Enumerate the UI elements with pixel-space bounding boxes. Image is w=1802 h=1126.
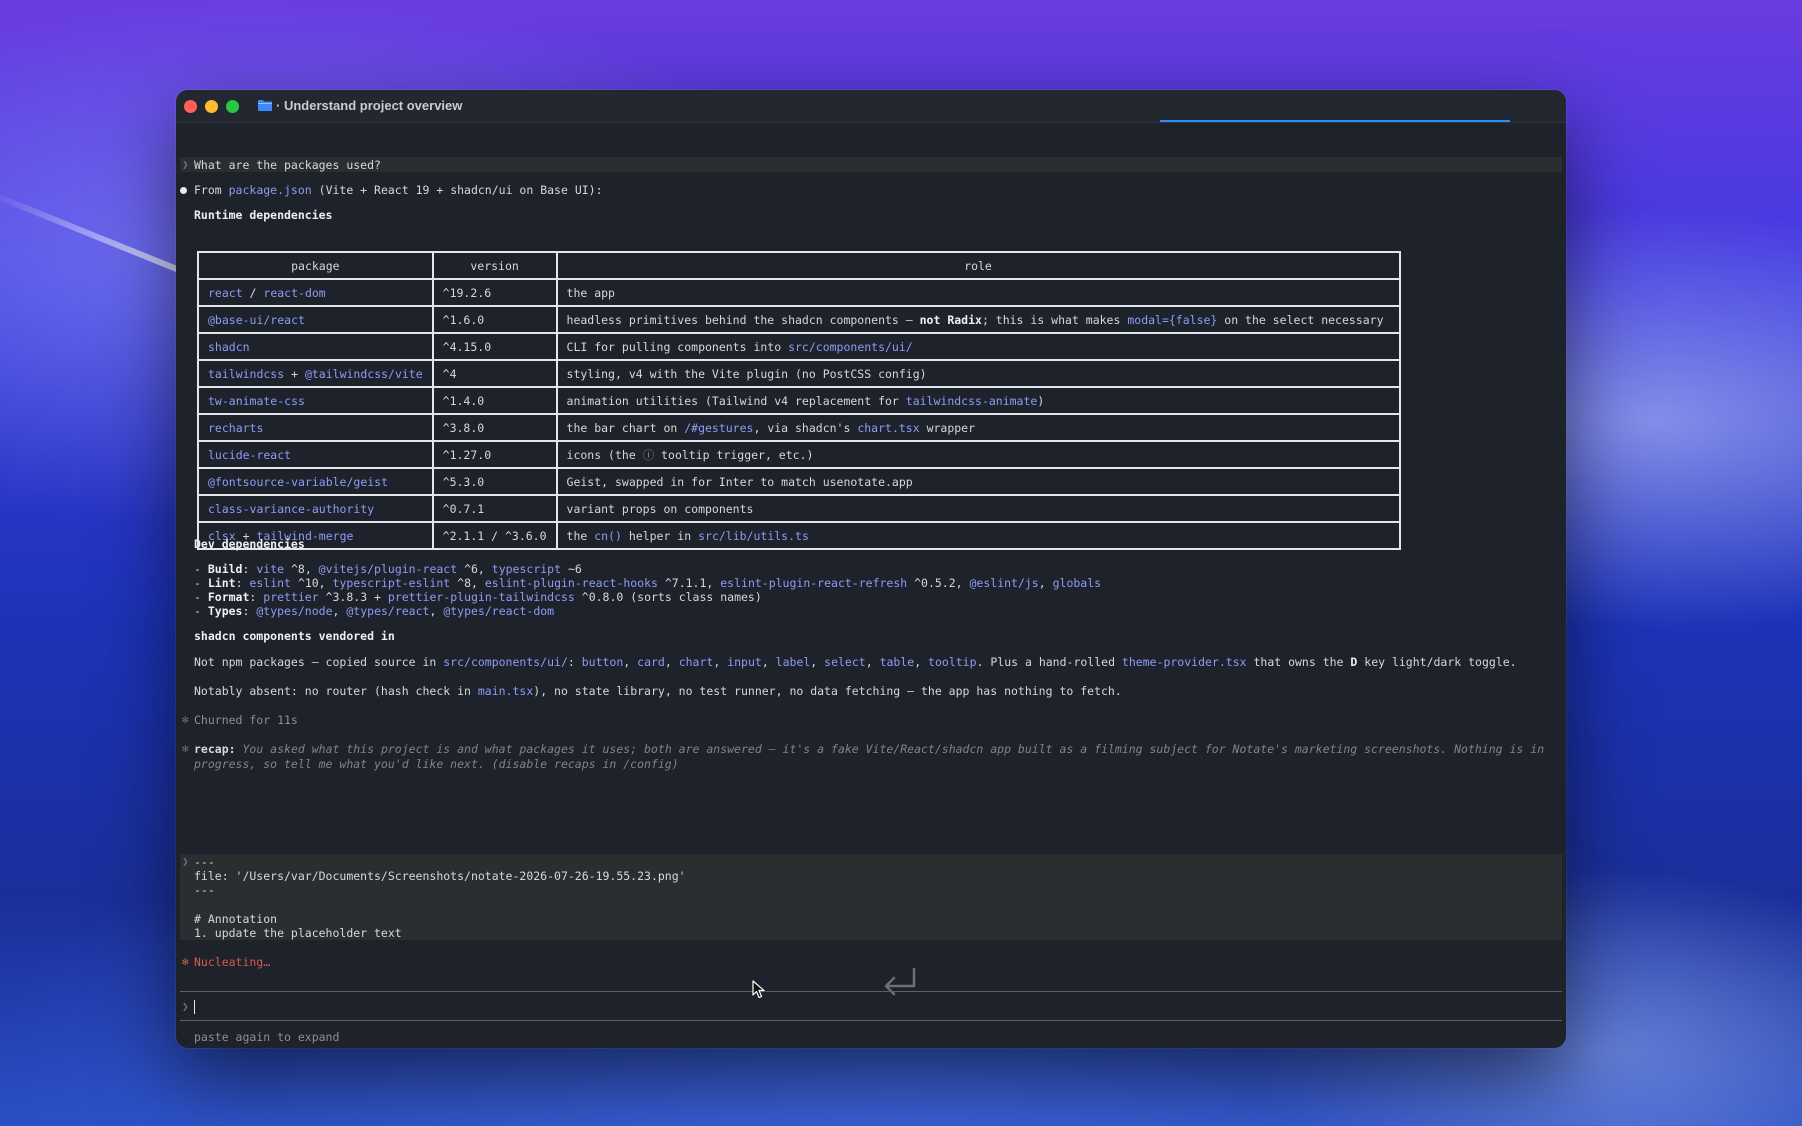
cell-version: ^19.2.6 [431, 278, 558, 307]
input-bottom-border [180, 1020, 1562, 1021]
cell-version: ^4 [431, 359, 558, 388]
prompt-input[interactable] [194, 999, 195, 1014]
prompt-glyph: ❯ [182, 855, 189, 868]
table-row: clsx + tailwind-merge ^2.1.1 / ^3.6.0 the … [197, 521, 1401, 550]
table-row: @fontsource-variable/geist ^5.3.0 Geist, s… [197, 467, 1401, 496]
cell-role: Geist, swapped in for Inter to match use… [555, 467, 1401, 496]
cell-version: ^0.7.1 [431, 494, 558, 523]
cell-version: ^5.3.0 [431, 467, 558, 496]
dev-format: - Format: prettier ^3.8.3 + prettier-plu… [194, 590, 762, 604]
return-key-icon [884, 967, 916, 996]
minimize-button[interactable] [205, 100, 218, 113]
cell-package: tw-animate-css [197, 386, 434, 415]
cell-version: ^2.1.1 / ^3.6.0 [431, 521, 558, 550]
cell-version: ^4.15.0 [431, 332, 558, 361]
close-button[interactable] [184, 100, 197, 113]
dev-types: - Types: @types/node, @types/react, @typ… [194, 604, 555, 618]
dev-build: - Build: vite ^8, @vitejs/plugin-react ^… [194, 562, 582, 576]
runtime-heading: Runtime dependencies [194, 208, 333, 222]
table-row: react / react-dom ^19.2.6 the app [197, 278, 1401, 307]
terminal-window: · Understand project overview ❯ What are… [176, 90, 1566, 1048]
header-package: package [197, 251, 434, 280]
cell-role: headless primitives behind the shadcn co… [555, 305, 1401, 334]
input-top-border [180, 991, 1562, 992]
cell-package: recharts [197, 413, 434, 442]
cell-role: animation utilities (Tailwind v4 replace… [555, 386, 1401, 415]
response-intro: From package.json (Vite + React 19 + sha… [194, 183, 603, 197]
cell-package: @fontsource-variable/geist [197, 467, 434, 496]
nucleating-status: Nucleating… [194, 955, 271, 969]
cell-role: CLI for pulling components into src/comp… [555, 332, 1401, 361]
table-row: lucide-react ^1.27.0 icons (the ⓘ tooltip … [197, 440, 1401, 469]
cell-role: variant props on components [555, 494, 1401, 523]
star-icon: ✻ [182, 742, 189, 755]
cell-role: the cn() helper in src/lib/utils.ts [555, 521, 1401, 550]
header-version: version [431, 251, 558, 280]
prompt-glyph: ❯ [182, 158, 189, 171]
pasted-line: file: '/Users/var/Documents/Screenshots/… [194, 869, 686, 883]
pasted-line: # Annotation [194, 912, 278, 926]
cell-version: ^3.8.0 [431, 413, 558, 442]
title-bar: · Understand project overview [176, 90, 1566, 123]
dev-lint: - Lint: eslint ^10, typescript-eslint ^8… [194, 576, 1102, 590]
cell-package: @base-ui/react [197, 305, 434, 334]
pasted-line: 1. update the placeholder text [194, 926, 402, 940]
header-role: role [555, 251, 1401, 280]
cell-version: ^1.4.0 [431, 386, 558, 415]
pasted-line: --- [194, 855, 215, 869]
paste-hint: paste again to expand [194, 1030, 340, 1044]
response-bullet [180, 187, 187, 194]
dependencies-table: package version role react / react-dom ^1… [197, 251, 1401, 550]
pasted-line: --- [194, 883, 215, 897]
user-question: What are the packages used? [194, 158, 381, 172]
cell-version: ^1.27.0 [431, 440, 558, 469]
cell-package: lucide-react [197, 440, 434, 469]
cell-role: icons (the ⓘ tooltip trigger, etc.) [555, 440, 1401, 469]
cell-role: the app [555, 278, 1401, 307]
table-header-row: package version role [197, 251, 1401, 280]
zoom-button[interactable] [226, 100, 239, 113]
table-row: recharts ^3.8.0 the bar chart on /#gesture… [197, 413, 1401, 442]
activity-progress-bar [1160, 120, 1510, 122]
cell-package: shadcn [197, 332, 434, 361]
table-row: tailwindcss + @tailwindcss/vite ^4 styling… [197, 359, 1401, 388]
vendored-text: Not npm packages — copied source in src/… [194, 655, 1517, 669]
vendored-heading: shadcn components vendored in [194, 629, 395, 643]
star-icon: ✻ [182, 713, 189, 726]
input-prompt-glyph: ❯ [182, 1000, 189, 1013]
window-title: · Understand project overview [276, 98, 463, 113]
text-cursor [194, 999, 195, 1014]
churned-status: Churned for 11s [194, 713, 298, 727]
cell-role: styling, v4 with the Vite plugin (no Pos… [555, 359, 1401, 388]
cell-version: ^1.6.0 [431, 305, 558, 334]
spinner-icon: ✻ [182, 955, 189, 968]
table-row: tw-animate-css ^1.4.0 animation utilities … [197, 386, 1401, 415]
user-message [180, 157, 1562, 172]
cell-package: class-variance-authority [197, 494, 434, 523]
table-row: class-variance-authority ^0.7.1 variant pr… [197, 494, 1401, 523]
dev-heading: Dev dependencies [194, 537, 305, 551]
recap: recap: You asked what this project is an… [194, 742, 1545, 771]
cell-package: tailwindcss + @tailwindcss/vite [197, 359, 434, 388]
cell-role: the bar chart on /#gestures, via shadcn'… [555, 413, 1401, 442]
table-row: shadcn ^4.15.0 CLI for pulling components … [197, 332, 1401, 361]
table-row: @base-ui/react ^1.6.0 headless primitives … [197, 305, 1401, 334]
folder-icon [258, 100, 272, 111]
absent-text: Notably absent: no router (hash check in… [194, 684, 1122, 698]
mouse-pointer-icon [752, 980, 765, 999]
cell-package: react / react-dom [197, 278, 434, 307]
